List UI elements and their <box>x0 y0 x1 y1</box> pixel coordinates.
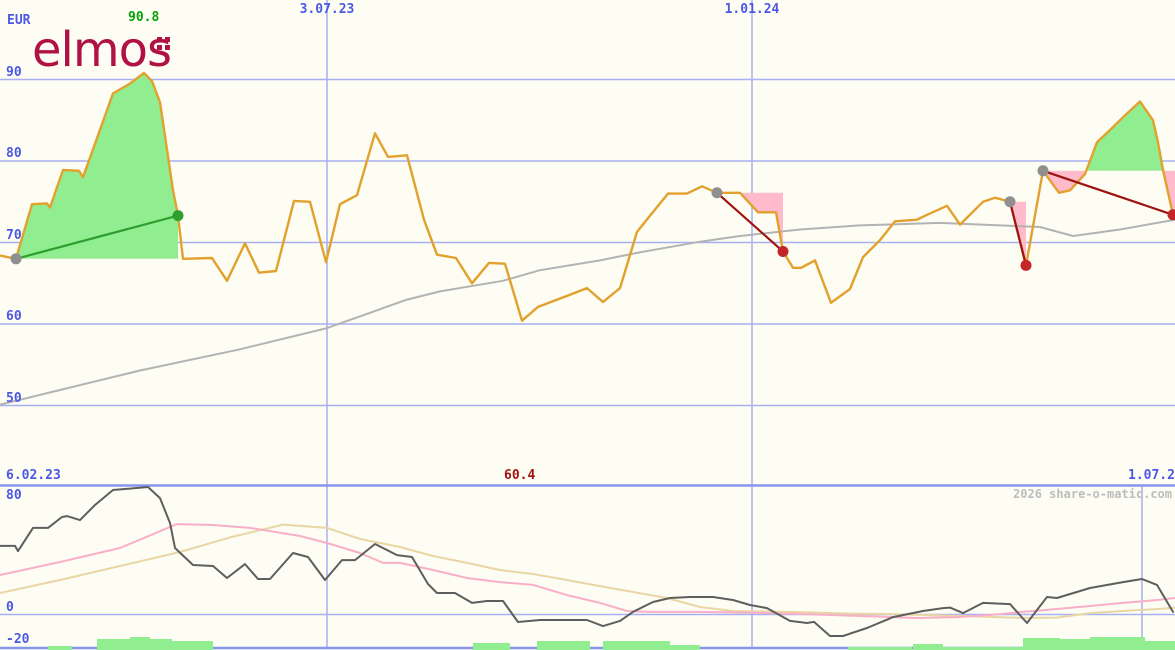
volume-bar <box>670 645 700 650</box>
indicator-tick-label: 80 <box>6 489 22 502</box>
trade-exit-dot <box>1168 209 1175 220</box>
trade-exit-dot <box>778 246 789 257</box>
date-label: 1.01.24 <box>725 3 780 16</box>
trade-entry-dot <box>1005 196 1016 207</box>
high-price-label: 90.8 <box>128 11 159 24</box>
volume-bar <box>172 641 213 650</box>
date-label: 3.07.23 <box>300 3 355 16</box>
volume-bar <box>150 639 172 650</box>
volume-bar <box>1090 637 1145 650</box>
volume-bar <box>130 637 150 650</box>
trade-exit-dot <box>1021 260 1032 271</box>
trade-entry-dot <box>11 253 22 264</box>
trade-profit-fill <box>16 73 178 259</box>
indicator-tick-label: -20 <box>6 633 29 646</box>
indicator-tick-label: 0 <box>6 601 14 614</box>
volume-bar <box>97 639 130 650</box>
trade-exit-dot <box>173 210 184 221</box>
currency-label: EUR <box>7 14 30 27</box>
trade-entry-dot <box>712 187 723 198</box>
volume-bar <box>48 646 72 650</box>
price-line <box>0 73 1175 321</box>
volume-bar <box>913 644 943 650</box>
logo-dot-icon <box>165 37 170 42</box>
chart-canvas <box>0 0 1175 650</box>
price-tick-label: 90 <box>6 66 22 79</box>
volume-bar <box>1060 639 1090 650</box>
date-label: 6.02.23 <box>6 469 61 482</box>
price-tick-label: 80 <box>6 147 22 160</box>
stock-chart-page: EUR elmos 2026 share-o-matic.com 90 80 70 6… <box>0 0 1175 650</box>
logo-dot-icon <box>157 45 162 50</box>
price-tick-label: 70 <box>6 229 22 242</box>
price-tick-label: 60 <box>6 310 22 323</box>
elmos-logo: elmos <box>32 26 171 74</box>
volume-bar <box>473 643 510 650</box>
volume-bar <box>1145 641 1175 650</box>
volume-bar <box>603 641 670 650</box>
low-price-label: 60.4 <box>504 469 535 482</box>
trade-profit-fill <box>1043 102 1175 219</box>
price-tick-label: 50 <box>6 392 22 405</box>
logo-dot-icon <box>165 45 170 50</box>
date-label: 1.07.24 <box>1128 469 1175 482</box>
volume-bar <box>537 641 590 650</box>
volume-bar <box>1023 638 1060 650</box>
logo-dot-icon <box>157 37 162 42</box>
trade-entry-dot <box>1038 165 1049 176</box>
watermark: 2026 share-o-matic.com <box>1013 488 1172 500</box>
